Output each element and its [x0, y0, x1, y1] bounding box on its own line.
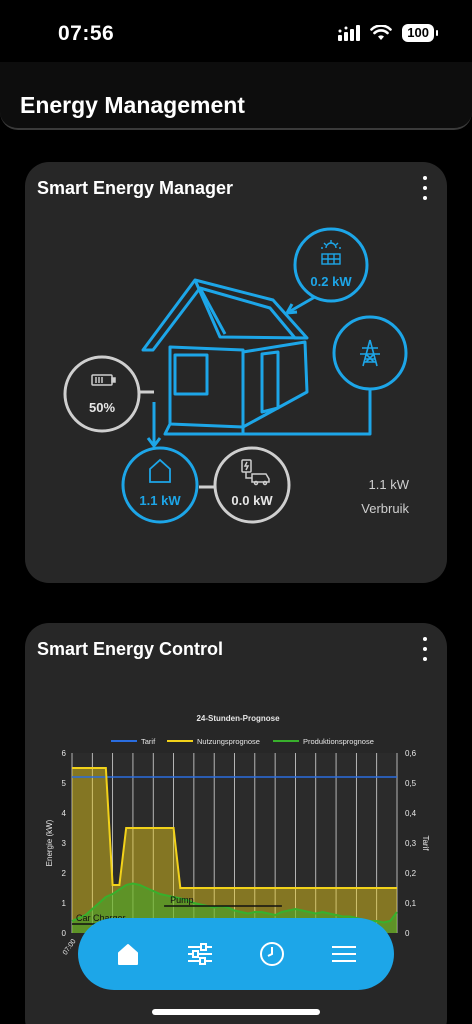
consumption-summary: 1.1 kW Verbruik: [361, 473, 409, 521]
status-time: 07:56: [58, 22, 115, 45]
status-bar: 07:56 100: [0, 0, 472, 60]
y2-tick-label: 0,4: [405, 809, 417, 818]
ev-charger-node: [213, 446, 291, 524]
chart-legend: Tarif Nutzungsprognose Produktionsprognose: [111, 737, 374, 746]
nav-history-button[interactable]: [250, 932, 294, 976]
sliders-icon: [188, 943, 212, 965]
ev-charger-value: 0.0 kW: [231, 493, 273, 508]
y2-tick-label: 0,2: [405, 869, 417, 878]
battery-indicator: 100: [402, 24, 438, 42]
solar-value: 0.2 kW: [310, 274, 352, 289]
y2-tick-label: 0: [405, 929, 410, 938]
consumption-label: Verbruik: [361, 501, 409, 516]
y-tick-label: 1: [62, 899, 67, 908]
y-tick-label: 4: [62, 809, 67, 818]
y-tick-label: 2: [62, 869, 67, 878]
consumption-value: 1.1 kW: [368, 477, 409, 492]
y2-tick-label: 0,5: [405, 779, 417, 788]
x-tick-label: 07:00: [62, 938, 78, 956]
y2-tick-label: 0,3: [405, 839, 417, 848]
battery-value: 50%: [88, 400, 116, 415]
y2-tick-label: 0,6: [405, 749, 417, 758]
y-tick-label: 3: [62, 839, 67, 848]
cellular-signal-icon: [338, 25, 361, 41]
y-tick-label: 5: [62, 779, 67, 788]
y2-tick-label: 0,1: [405, 899, 417, 908]
home-indicator: [152, 1009, 320, 1015]
battery-node: [63, 355, 141, 433]
clock-icon: [260, 942, 284, 966]
nav-menu-button[interactable]: [322, 932, 366, 976]
solar-node: [293, 227, 369, 303]
app-header: Energy Management: [0, 62, 472, 130]
y-tick-label: 0: [62, 929, 67, 938]
house-icon: [118, 944, 138, 965]
house-illustration: [141, 278, 309, 436]
y-tick-label: 6: [62, 749, 67, 758]
y2-axis-label: Tarif: [421, 835, 430, 851]
wifi-icon: [370, 25, 393, 40]
nav-home-button[interactable]: [106, 932, 150, 976]
page-title: Energy Management: [20, 92, 245, 118]
chart-title: 24-Stunden-Prognose: [196, 714, 280, 723]
status-icons: 100: [338, 24, 438, 42]
legend-label: Produktionsprognose: [303, 737, 374, 746]
smart-energy-manager-card[interactable]: Smart Energy Manager 0.2 kW 50% 1.1 kW 0…: [25, 162, 447, 583]
house-value: 1.1 kW: [139, 493, 181, 508]
bottom-navigation: [78, 918, 394, 990]
grid-node: [332, 315, 408, 391]
menu-icon: [332, 946, 356, 962]
legend-label: Tarif: [141, 737, 156, 746]
legend-label: Nutzungsprognose: [197, 737, 260, 746]
annotation-label: Pump: [170, 895, 194, 905]
y-axis-label: Energie (kW): [45, 819, 54, 866]
nav-controls-button[interactable]: [178, 932, 222, 976]
